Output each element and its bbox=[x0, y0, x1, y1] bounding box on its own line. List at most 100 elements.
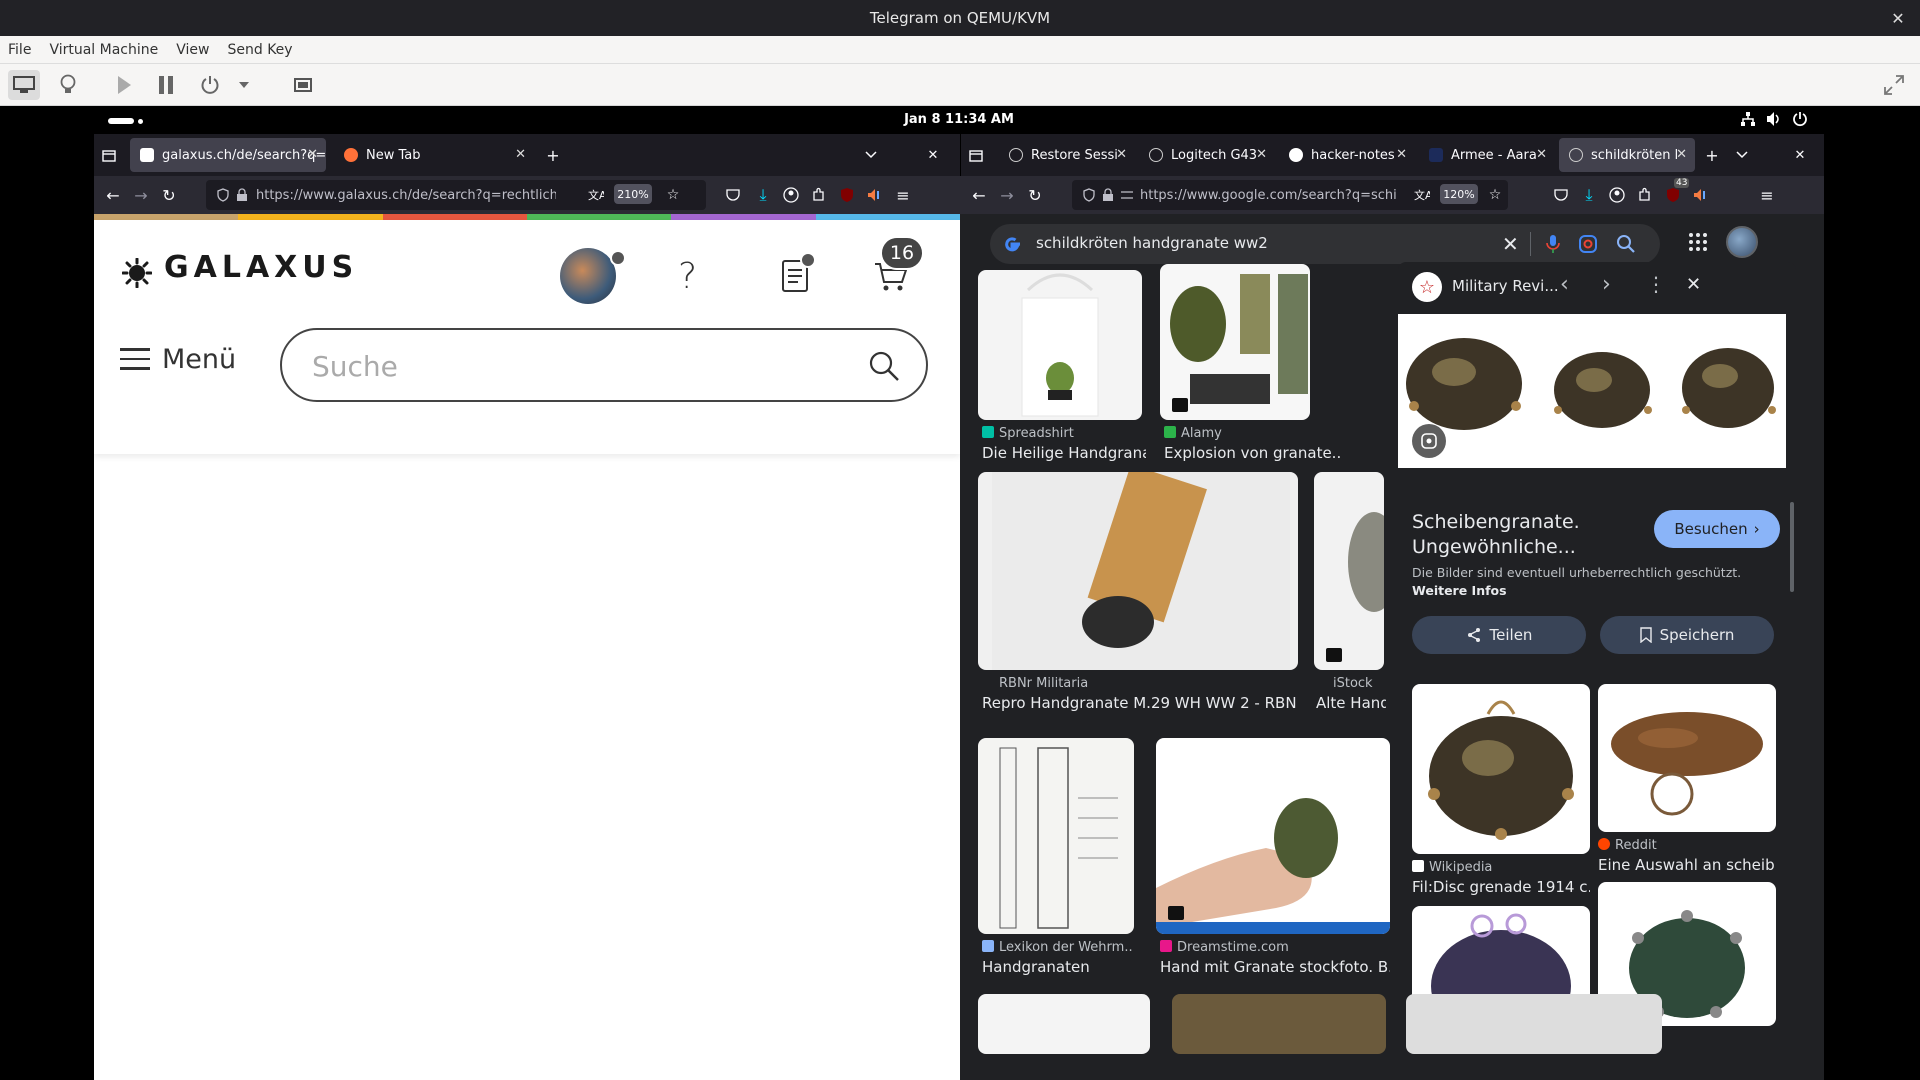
pocket-icon[interactable] bbox=[1550, 184, 1572, 206]
result-caption[interactable]: Hand mit Granate stockfoto. B... bbox=[1160, 958, 1390, 976]
account-icon[interactable] bbox=[780, 184, 802, 206]
window-close-button[interactable]: ✕ bbox=[1886, 6, 1910, 30]
close-icon[interactable]: ✕ bbox=[1116, 147, 1127, 162]
fullscreen-button[interactable] bbox=[1878, 70, 1910, 100]
result-image-partial[interactable] bbox=[978, 994, 1150, 1054]
tab-schildkroeten[interactable]: schildkröten h ✕ bbox=[1559, 138, 1695, 172]
zoom-level[interactable]: 120% bbox=[1440, 184, 1478, 204]
result-image-partial[interactable] bbox=[1172, 994, 1386, 1054]
avatar[interactable] bbox=[560, 248, 616, 304]
snapshots-button[interactable] bbox=[288, 70, 320, 100]
result-caption[interactable]: Explosion von granate... bbox=[1164, 444, 1340, 462]
result-image-grenades[interactable] bbox=[1160, 264, 1310, 420]
related-source[interactable]: Reddit bbox=[1598, 838, 1776, 853]
shutdown-menu-button[interactable] bbox=[234, 70, 254, 100]
result-image-diagram[interactable] bbox=[978, 738, 1134, 934]
clock[interactable]: Jan 8 11:34 AM bbox=[94, 112, 1824, 127]
panel-title[interactable]: Scheibengranate. Ungewöhnliche... bbox=[1412, 510, 1580, 560]
hamburger-menu-icon[interactable]: ≡ bbox=[892, 184, 914, 206]
close-icon[interactable]: ✕ bbox=[1256, 147, 1267, 162]
zoom-level[interactable]: 210% bbox=[614, 184, 652, 204]
tab-galaxus[interactable]: galaxus.ch/de/search?q=r ✕ bbox=[130, 138, 326, 172]
result-source[interactable]: Lexikon der Wehrm... bbox=[982, 940, 1132, 955]
close-icon[interactable]: ✕ bbox=[1536, 147, 1547, 162]
related-source[interactable]: Wikipedia bbox=[1412, 860, 1590, 875]
related-caption[interactable]: Fil:Disc grenade 1914 c... bbox=[1412, 878, 1590, 896]
search-icon[interactable] bbox=[1616, 234, 1636, 254]
back-button[interactable]: ← bbox=[968, 184, 990, 206]
result-caption[interactable]: Handgranaten bbox=[982, 958, 1138, 976]
clear-search-icon[interactable]: ✕ bbox=[1502, 232, 1519, 256]
related-caption[interactable]: Eine Auswahl an scheib... bbox=[1598, 856, 1776, 874]
extensions-icon[interactable] bbox=[1634, 184, 1656, 206]
lens-search-icon[interactable] bbox=[1412, 424, 1446, 458]
result-source[interactable]: Alamy bbox=[1164, 426, 1314, 441]
galaxus-logo-icon[interactable] bbox=[122, 258, 152, 288]
avatar[interactable] bbox=[1726, 226, 1758, 258]
tab-new-tab[interactable]: New Tab ✕ bbox=[334, 138, 534, 172]
help-icon[interactable]: ? bbox=[678, 256, 697, 297]
result-caption[interactable]: Repro Handgranate M.29 WH WW 2 - RBN... bbox=[982, 694, 1298, 712]
menu-virtual-machine[interactable]: Virtual Machine bbox=[49, 42, 158, 58]
panel-scrollbar[interactable] bbox=[1790, 502, 1794, 592]
tab-overview-button[interactable] bbox=[965, 144, 987, 166]
result-image-tote-bag[interactable] bbox=[978, 270, 1142, 420]
search-icon[interactable] bbox=[868, 350, 900, 382]
next-arrow-icon[interactable]: › bbox=[1602, 272, 1611, 297]
downloads-icon[interactable]: ⤓ bbox=[1578, 184, 1600, 206]
result-source[interactable]: Dreamstime.com bbox=[1160, 940, 1390, 955]
close-icon[interactable]: ✕ bbox=[1396, 147, 1407, 162]
hamburger-menu-icon[interactable]: ≡ bbox=[1756, 184, 1778, 206]
result-image-partial[interactable] bbox=[1406, 994, 1662, 1054]
pocket-icon[interactable] bbox=[722, 184, 744, 206]
menu-file[interactable]: File bbox=[8, 42, 31, 58]
previous-arrow-icon[interactable]: ‹ bbox=[1560, 272, 1569, 297]
forward-button[interactable]: → bbox=[996, 184, 1018, 206]
tab-restore-session[interactable]: Restore Session ✕ bbox=[999, 138, 1135, 172]
close-icon[interactable]: ✕ bbox=[307, 147, 318, 162]
related-image-disc-grenade[interactable] bbox=[1412, 684, 1590, 854]
bookmark-star-icon[interactable]: ☆ bbox=[662, 184, 684, 206]
downloads-icon[interactable]: ⤓ bbox=[752, 184, 774, 206]
hamburger-menu-icon[interactable] bbox=[120, 348, 150, 370]
result-caption[interactable]: Die Heilige Handgranate'... bbox=[982, 444, 1146, 462]
visit-button[interactable]: Besuchen › bbox=[1654, 510, 1780, 548]
result-source[interactable]: iStock bbox=[1316, 676, 1386, 691]
menu-view[interactable]: View bbox=[176, 42, 209, 58]
tab-hacker-notes[interactable]: hacker-notes ✕ bbox=[1279, 138, 1415, 172]
result-caption[interactable]: Alte Handg bbox=[1316, 694, 1386, 712]
share-button[interactable]: Teilen bbox=[1412, 616, 1586, 654]
result-image-stick-grenade[interactable] bbox=[978, 472, 1298, 670]
details-button[interactable] bbox=[52, 70, 84, 100]
tab-overview-button[interactable] bbox=[98, 144, 120, 166]
forward-button[interactable]: → bbox=[130, 184, 152, 206]
extension-audio-icon[interactable] bbox=[1690, 184, 1712, 206]
result-source[interactable]: RBNr Militaria bbox=[982, 676, 1282, 691]
more-info-link[interactable]: Weitere Infos bbox=[1412, 583, 1507, 598]
run-button[interactable] bbox=[108, 70, 140, 100]
save-button[interactable]: Speichern bbox=[1600, 616, 1774, 654]
ublock-icon[interactable] bbox=[836, 184, 858, 206]
menu-send-key[interactable]: Send Key bbox=[227, 42, 292, 58]
account-icon[interactable] bbox=[1606, 184, 1628, 206]
console-view-button[interactable] bbox=[8, 70, 40, 100]
close-icon[interactable]: ✕ bbox=[515, 147, 526, 162]
panel-site-name[interactable]: Military Revi... bbox=[1452, 277, 1559, 295]
back-button[interactable]: ← bbox=[102, 184, 124, 206]
list-tabs-button[interactable] bbox=[860, 144, 882, 166]
new-tab-button[interactable]: + bbox=[1701, 144, 1723, 166]
result-image-old-grenade[interactable] bbox=[1314, 472, 1384, 670]
new-tab-button[interactable]: + bbox=[542, 144, 564, 166]
result-source[interactable]: Spreadshirt bbox=[982, 426, 1142, 441]
translate-icon[interactable]: 文A bbox=[588, 188, 604, 202]
search-input[interactable]: schildkröten handgranate ww2 ✕ bbox=[990, 224, 1660, 264]
pause-button[interactable] bbox=[150, 70, 182, 100]
lens-icon[interactable] bbox=[1578, 234, 1598, 254]
preview-image[interactable] bbox=[1398, 314, 1786, 468]
apps-grid-icon[interactable] bbox=[1688, 232, 1708, 252]
close-icon[interactable]: ✕ bbox=[1676, 147, 1687, 162]
result-image-hand-grenade[interactable] bbox=[1156, 738, 1390, 934]
reload-button[interactable]: ↻ bbox=[1024, 184, 1046, 206]
menu-label[interactable]: Menü bbox=[162, 344, 236, 375]
system-tray[interactable] bbox=[1740, 111, 1808, 127]
